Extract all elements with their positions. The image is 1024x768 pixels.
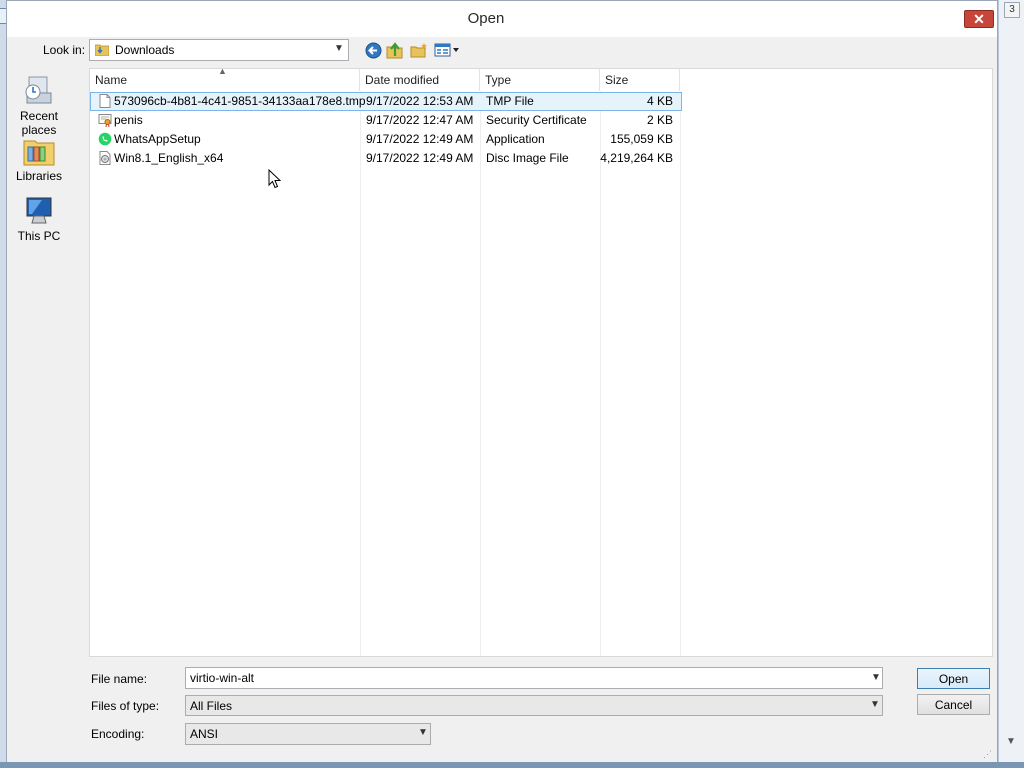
place-label: Recent places [19,109,59,137]
file-date: 9/17/2022 12:49 AM [366,151,474,165]
file-list[interactable]: Name ▲ Date modified Type Size 573096cb-… [89,68,993,657]
column-header-label: Name [95,73,128,87]
file-size: 4,219,264 KB [600,151,673,165]
background-window-right-edge [998,0,1024,768]
file-type: Disc Image File [486,151,569,165]
dialog-title: Open [467,10,505,27]
file-date: 9/17/2022 12:47 AM [366,113,474,127]
file-date: 9/17/2022 12:49 AM [366,132,474,146]
libraries-icon [23,140,55,166]
file-name-input[interactable] [185,667,883,689]
up-folder-icon [386,41,403,58]
file-date: 9/17/2022 12:53 AM [366,94,474,108]
disc-image-icon [99,151,111,165]
file-type: TMP File [486,94,534,108]
chevron-down-icon[interactable]: ▼ [334,43,344,54]
encoding-dropdown[interactable]: ANSI ▼ [185,723,431,745]
column-divider [360,91,361,656]
column-header-label: Size [605,73,629,87]
mouse-pointer-icon [268,169,282,189]
up-one-level-button[interactable] [385,41,405,59]
column-divider [600,91,601,656]
new-folder-icon [410,43,427,58]
place-recent-places[interactable]: Recent places [7,75,71,137]
this-pc-icon [26,197,52,224]
blank-file-icon [99,94,111,108]
file-type-dropdown[interactable]: All Files ▼ [185,695,883,716]
encoding-value: ANSI [190,727,219,741]
column-header-label: Date modified [365,73,440,87]
column-header-size[interactable]: Size [600,69,680,91]
file-name: Win8.1_English_x64 [114,151,224,165]
column-header-type[interactable]: Type [480,69,600,91]
place-this-pc[interactable]: This PC [7,195,71,243]
file-type-value: All Files [190,699,233,713]
column-divider [480,91,481,656]
file-type: Application [486,132,545,146]
file-size: 2 KB [646,113,673,127]
back-arrow-icon [365,42,381,58]
whatsapp-icon [98,132,112,146]
file-size: 4 KB [646,94,673,108]
file-type-label: Files of type: [91,699,160,713]
sort-ascending-icon: ▲ [218,68,227,76]
file-name: 573096cb-4b81-4c41-9851-34133aa178e8.tmp [114,94,366,108]
encoding-label: Encoding: [91,727,145,741]
open-button[interactable]: Open [917,668,990,689]
downloads-folder-icon [95,44,109,56]
recent-places-icon [25,76,52,104]
look-in-value: Downloads [115,43,175,57]
place-label: Libraries [15,169,63,183]
file-size: 155,059 KB [610,132,673,146]
file-name-label: File name: [91,672,148,686]
new-folder-button[interactable] [409,41,429,59]
certificate-icon [98,114,112,127]
file-row[interactable]: Win8.1_English_x64 9/17/2022 12:49 AM Di… [90,149,682,168]
resize-grip-icon[interactable]: ⋰ [983,749,992,760]
dialog-titlebar[interactable]: Open ✕ [7,1,997,37]
chevron-down-icon: ▼ [870,699,880,710]
open-dialog: Open ✕ Look in: Downloads ▼ Recent place… [6,0,998,764]
background-window-button[interactable]: 3 [1004,2,1020,18]
views-menu-button[interactable] [433,41,461,59]
back-button[interactable] [363,41,383,59]
column-header-filler [680,69,992,91]
place-label: This PC [17,229,61,243]
chevron-down-icon: ▼ [418,727,428,738]
close-button[interactable]: ✕ [964,10,994,28]
taskbar-edge [0,762,1024,768]
file-row[interactable]: WhatsAppSetup 9/17/2022 12:49 AM Applica… [90,130,682,149]
file-row[interactable]: penis 9/17/2022 12:47 AM Security Certif… [90,111,682,130]
file-name: penis [114,113,143,127]
look-in-label: Look in: [43,43,86,57]
column-header-date[interactable]: Date modified [360,69,480,91]
look-in-dropdown[interactable]: Downloads ▼ [89,39,349,61]
cancel-button[interactable]: Cancel [917,694,990,715]
column-header-label: Type [485,73,512,87]
column-divider [680,91,681,656]
file-name: WhatsAppSetup [114,132,201,146]
file-type: Security Certificate [486,113,587,127]
place-libraries[interactable]: Libraries [7,135,71,183]
chevron-down-icon[interactable]: ▼ [871,672,881,683]
views-menu-icon [434,43,459,57]
file-row[interactable]: 573096cb-4b81-4c41-9851-34133aa178e8.tmp… [90,92,682,111]
background-scroll-down-icon[interactable]: ▼ [1004,736,1018,750]
